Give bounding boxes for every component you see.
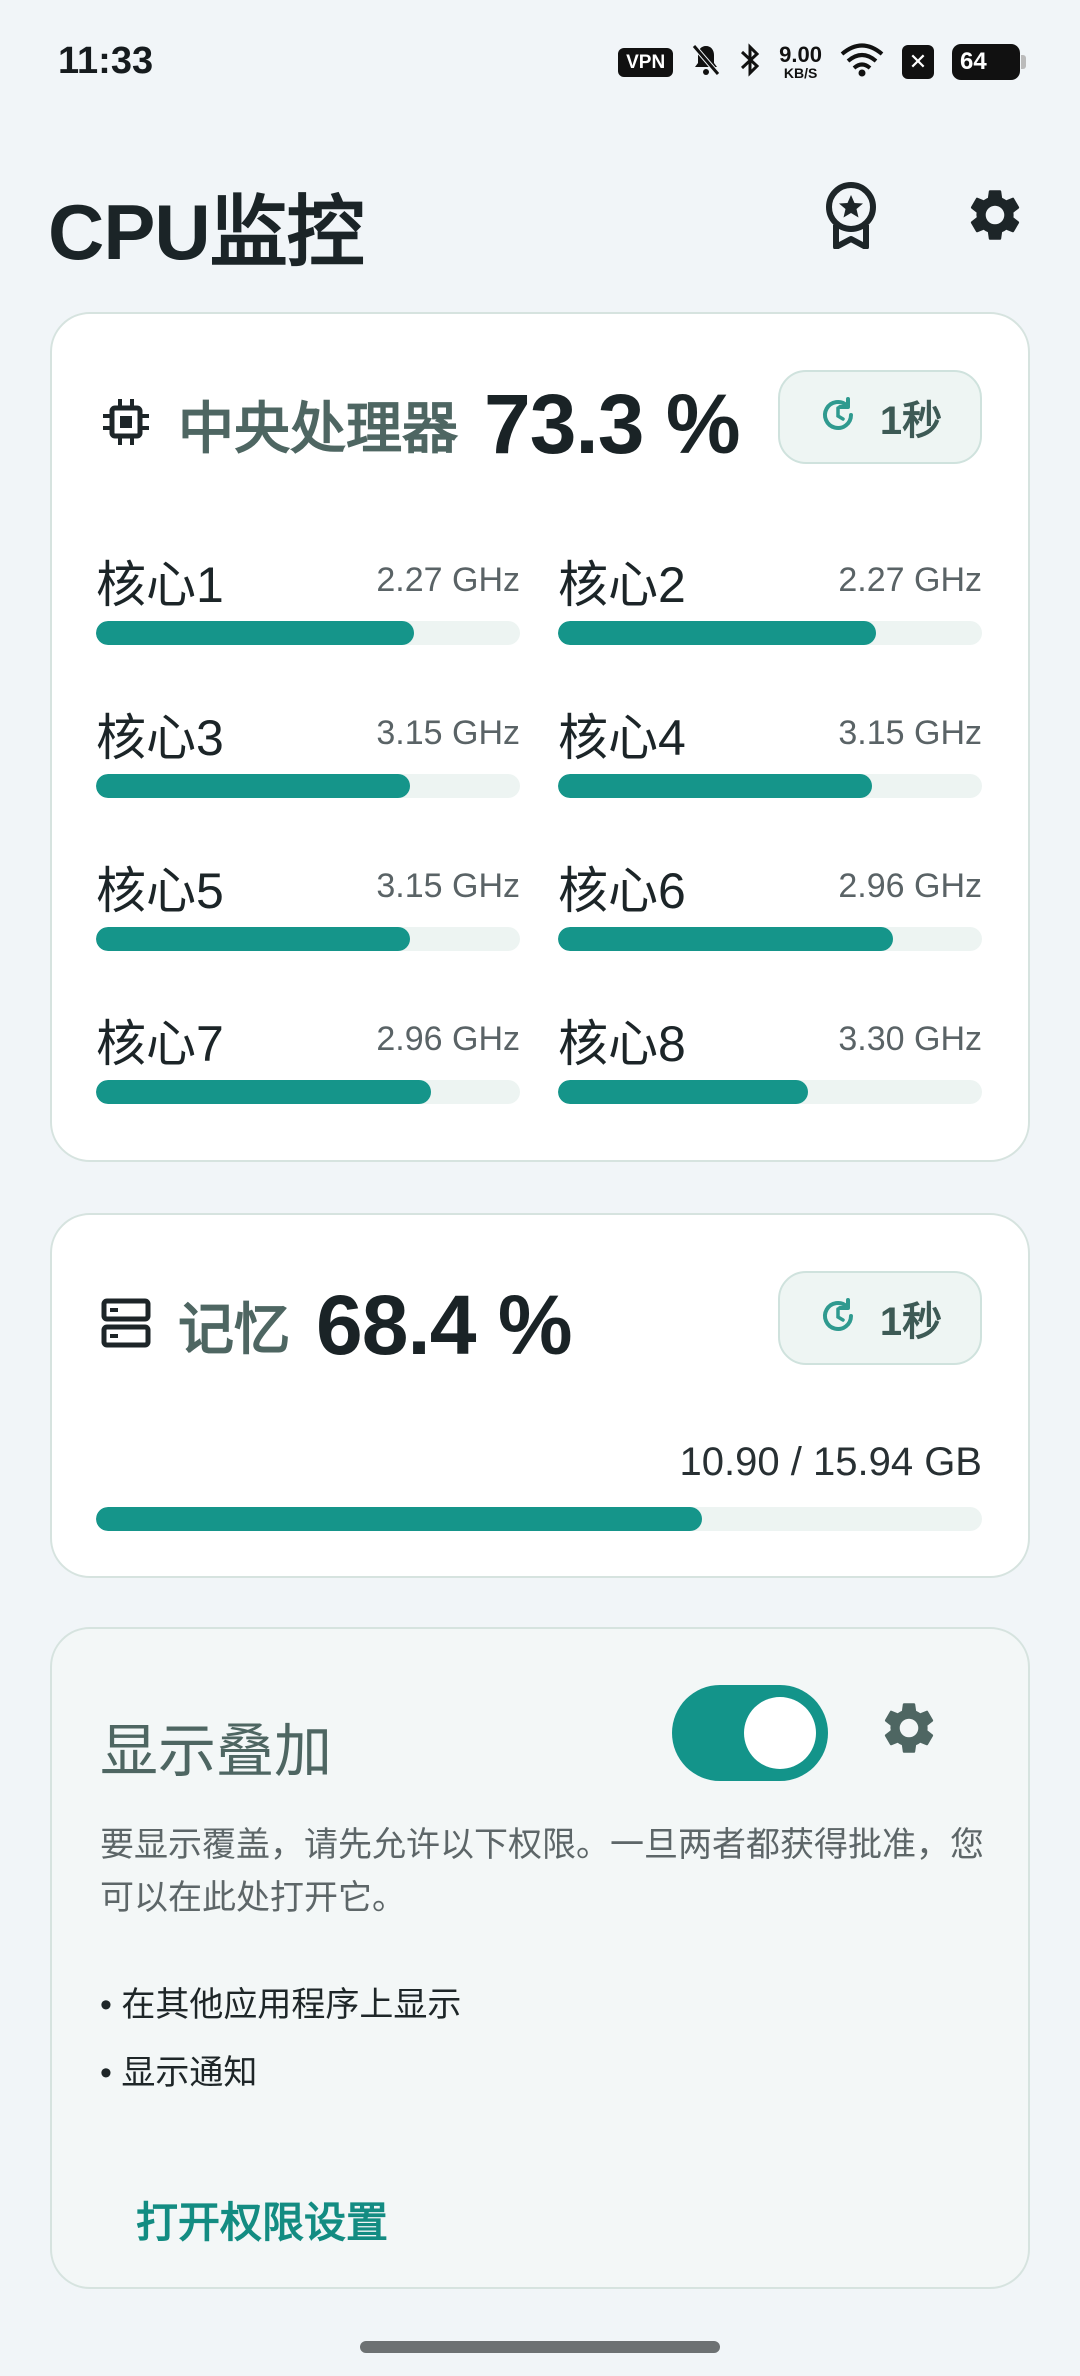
core-load-bar [96, 1080, 520, 1104]
core-load-bar [96, 927, 520, 951]
memory-interval-label: 1秒 [879, 1300, 943, 1344]
core-item: 核心5 3.15 GHz [96, 845, 520, 998]
toggle-knob [744, 1697, 816, 1769]
status-icons: VPN 9.00 KB/S ✕ 64 [618, 42, 1026, 83]
memory-icon [100, 1297, 152, 1354]
core-frequency: 2.96 GHz [838, 867, 982, 905]
core-item: 核心3 3.15 GHz [96, 692, 520, 845]
core-frequency: 2.96 GHz [376, 1020, 520, 1058]
core-frequency: 2.27 GHz [838, 561, 982, 599]
network-speed: 9.00 KB/S [779, 42, 822, 81]
status-bar: 11:33 VPN 9.00 KB/S ✕ 64 [0, 0, 1080, 120]
core-load-fill [558, 774, 872, 798]
page-title: CPU监控 [48, 188, 365, 276]
cpu-interval-label: 1秒 [879, 399, 943, 443]
core-load-fill [558, 1080, 809, 1104]
overlay-toggle[interactable] [672, 1685, 828, 1781]
settings-button[interactable] [958, 180, 1032, 254]
core-name: 核心8 [558, 1016, 686, 1072]
core-name: 核心6 [558, 863, 686, 919]
award-icon [822, 181, 880, 254]
open-permission-settings-link[interactable]: 打开权限设置 [136, 2189, 388, 2250]
cpu-usage-value: 73.3 % [484, 377, 741, 471]
refresh-timer-icon [818, 1296, 858, 1341]
overlay-description: 要显示覆盖，请先允许以下权限。一旦两者都获得批准，您可以在此处打开它。 [100, 1826, 984, 1917]
core-item: 核心8 3.30 GHz [558, 998, 982, 1151]
vpn-icon: VPN [618, 47, 674, 77]
core-name: 核心7 [96, 1016, 224, 1072]
refresh-timer-icon [818, 395, 858, 440]
core-name: 核心4 [558, 710, 686, 766]
memory-refresh-interval-button[interactable]: 1秒 [778, 1271, 982, 1365]
core-name: 核心1 [96, 557, 224, 613]
close-box-icon: ✕ [902, 45, 934, 79]
core-load-bar [96, 621, 520, 645]
cpu-header: 中央处理器 73.3 % [100, 376, 741, 473]
memory-usage-detail: 10.90 / 15.94 GB [679, 1440, 982, 1484]
overlay-settings-button[interactable] [878, 1697, 940, 1764]
cpu-refresh-interval-button[interactable]: 1秒 [778, 370, 982, 464]
core-frequency: 3.15 GHz [376, 714, 520, 752]
overlay-card: 显示叠加 要显示覆盖，请先允许以下权限。一旦两者都获得批准，您可以在此处打开它。… [50, 1627, 1030, 2289]
status-time: 11:33 [58, 40, 154, 82]
core-load-bar [558, 774, 982, 798]
core-load-bar [558, 1080, 982, 1104]
core-load-fill [558, 927, 893, 951]
core-name: 核心3 [96, 710, 224, 766]
core-load-fill [96, 1080, 431, 1104]
core-load-bar [96, 774, 520, 798]
core-frequency: 2.27 GHz [376, 561, 520, 599]
core-frequency: 3.15 GHz [376, 867, 520, 905]
core-name: 核心2 [558, 557, 686, 613]
memory-progress-fill [96, 1507, 703, 1531]
award-button[interactable] [814, 180, 888, 254]
bell-muted-icon [691, 43, 721, 82]
cpu-label: 中央处理器 [178, 397, 458, 460]
core-item: 核心4 3.15 GHz [558, 692, 982, 845]
core-load-fill [96, 621, 414, 645]
home-indicator[interactable] [360, 2341, 720, 2353]
core-load-bar [558, 621, 982, 645]
core-frequency: 3.30 GHz [838, 1020, 982, 1058]
core-load-bar [558, 927, 982, 951]
core-name: 核心5 [96, 863, 224, 919]
core-load-fill [558, 621, 876, 645]
memory-header: 记忆 68.4 % [100, 1277, 573, 1374]
core-item: 核心6 2.96 GHz [558, 845, 982, 998]
permission-item: • 在其他应用程序上显示 [100, 1986, 462, 2024]
memory-usage-value: 68.4 % [316, 1278, 573, 1372]
core-frequency: 3.15 GHz [838, 714, 982, 752]
memory-progress-bar [96, 1507, 982, 1531]
battery-icon: 64 [952, 44, 1026, 80]
memory-label: 记忆 [178, 1298, 290, 1361]
core-item: 核心1 2.27 GHz [96, 539, 520, 692]
gear-icon [964, 184, 1026, 251]
gear-icon [878, 1703, 940, 1763]
core-item: 核心7 2.96 GHz [96, 998, 520, 1151]
chip-icon [100, 396, 152, 453]
wifi-icon [840, 43, 884, 82]
core-item: 核心2 2.27 GHz [558, 539, 982, 692]
core-load-fill [96, 774, 410, 798]
memory-card: 记忆 68.4 % 1秒 10.90 / 15.94 GB [50, 1213, 1030, 1578]
bluetooth-icon [739, 42, 761, 83]
permission-item: • 显示通知 [100, 2054, 258, 2092]
core-load-fill [96, 927, 410, 951]
core-grid: 核心1 2.27 GHz 核心2 2.27 GHz 核心3 3.15 GHz 核心4 3.15… [96, 539, 986, 1151]
cpu-card: 中央处理器 73.3 % 1秒 核心1 2.27 GHz 核心2 2.27 GHz 核心… [50, 312, 1030, 1162]
overlay-title: 显示叠加 [100, 1719, 333, 1784]
